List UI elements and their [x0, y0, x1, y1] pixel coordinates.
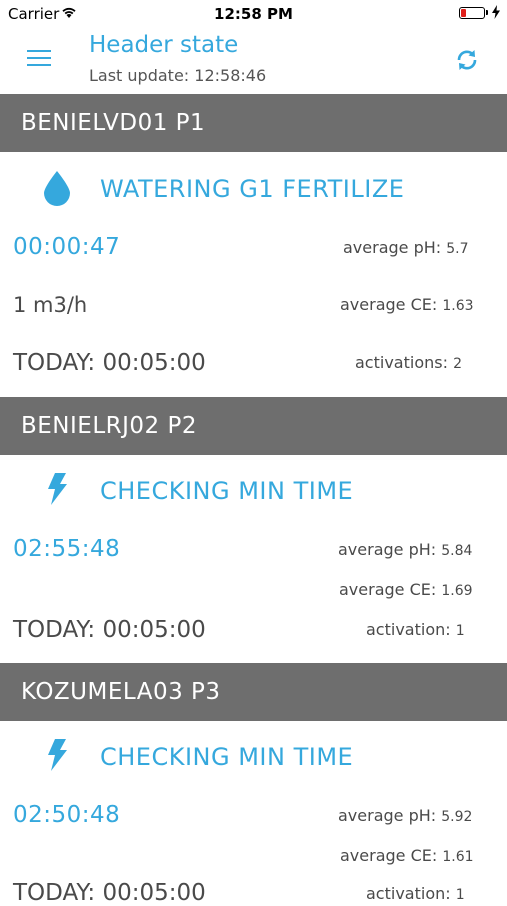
activations: activation: 1 — [366, 884, 465, 903]
average-ce-label: average CE: — [340, 846, 438, 865]
activations-value: 1 — [455, 887, 465, 903]
activations-label: activation: — [366, 884, 451, 903]
activations: activation: 1 — [366, 620, 465, 639]
header-title: Header state — [89, 32, 239, 58]
device-state-label: CHECKING MIN TIME — [100, 477, 354, 505]
average-ce-value: 1.63 — [442, 298, 474, 314]
refresh-icon[interactable] — [453, 46, 481, 74]
device-today: TODAY: 00:05:00 — [13, 880, 206, 906]
average-ce-label: average CE: — [339, 580, 437, 599]
average-ce-value: 1.69 — [441, 583, 473, 599]
last-update-label: Last update: 12:58:46 — [89, 66, 267, 85]
activations-label: activations: — [355, 353, 448, 372]
hamburger-menu-icon[interactable] — [27, 50, 51, 70]
average-ce: average CE: 1.61 — [340, 846, 474, 865]
average-ph: average pH: 5.7 — [343, 238, 469, 257]
water-drop-icon — [43, 170, 71, 210]
device-timer: 02:55:48 — [13, 536, 121, 562]
lightning-bolt-icon — [46, 739, 68, 775]
average-ph-value: 5.84 — [441, 543, 473, 559]
lightning-bolt-icon — [46, 473, 68, 509]
device-flow: 1 m3/h — [13, 293, 88, 317]
average-ce: average CE: 1.69 — [339, 580, 473, 599]
average-ph: average pH: 5.84 — [338, 540, 472, 559]
average-ce: average CE: 1.63 — [340, 295, 474, 314]
activations-label: activation: — [366, 620, 451, 639]
device-state-label: CHECKING MIN TIME — [100, 743, 354, 771]
app-header: Header state Last update: 12:58:46 — [0, 28, 507, 94]
battery-tip — [486, 10, 488, 15]
average-ph-label: average pH: — [343, 238, 442, 257]
average-ce-value: 1.61 — [442, 849, 474, 865]
device-timer: 00:00:47 — [13, 234, 121, 260]
device-today: TODAY: 00:05:00 — [13, 617, 206, 643]
average-ph-label: average pH: — [338, 806, 437, 825]
activations: activations: 2 — [355, 353, 462, 372]
device-state-label: WATERING G1 FERTILIZE — [100, 175, 405, 203]
device-timer: 02:50:48 — [13, 802, 121, 828]
average-ph-value: 5.7 — [446, 241, 469, 257]
device-today: TODAY: 00:05:00 — [13, 350, 206, 376]
activations-value: 2 — [453, 356, 462, 372]
average-ph-label: average pH: — [338, 540, 437, 559]
battery-icon — [459, 7, 485, 19]
device-header[interactable]: BENIELRJ02 P2 — [0, 397, 507, 455]
average-ph: average pH: 5.92 — [338, 806, 472, 825]
average-ce-label: average CE: — [340, 295, 438, 314]
activations-value: 1 — [455, 623, 465, 639]
status-bar: Carrier 12:58 PM — [0, 0, 507, 28]
charging-icon — [492, 4, 500, 23]
clock: 12:58 PM — [214, 5, 293, 23]
average-ph-value: 5.92 — [441, 809, 473, 825]
device-header[interactable]: BENIELVD01 P1 — [0, 94, 507, 152]
device-header[interactable]: KOZUMELA03 P3 — [0, 663, 507, 721]
